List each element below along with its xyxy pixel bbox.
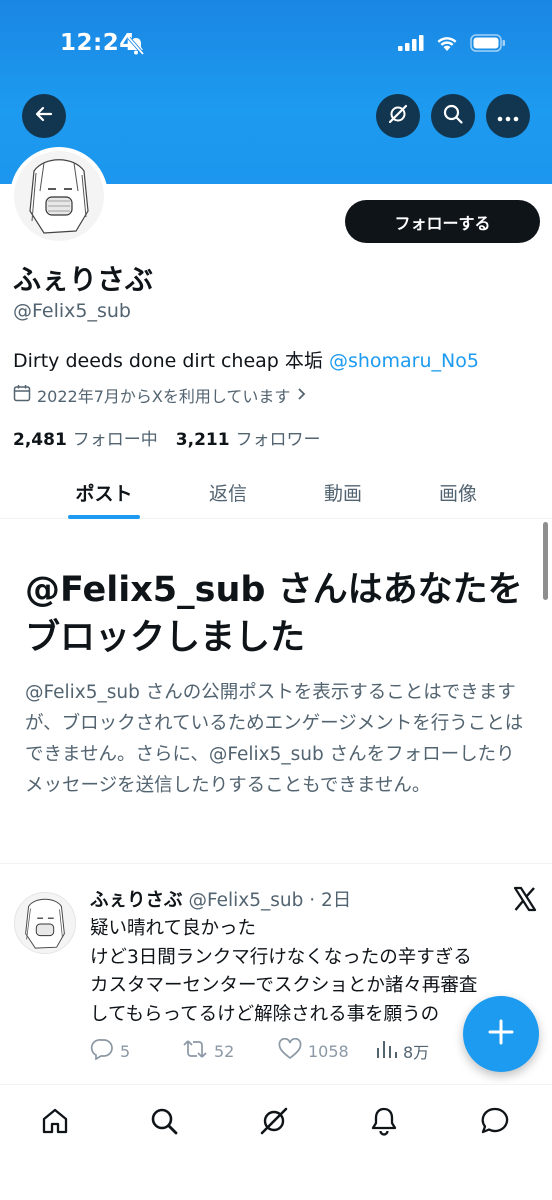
x-logo-icon xyxy=(512,886,538,916)
nav-home[interactable] xyxy=(35,1103,75,1143)
divider xyxy=(0,863,552,864)
followers-link[interactable]: 3,211 フォロワー xyxy=(176,425,321,450)
blocked-title: @Felix5_sub さんはあなたをブロックしました xyxy=(25,570,523,658)
status-bar: 12:24 xyxy=(0,0,552,90)
search-icon xyxy=(149,1106,179,1140)
tab-posts[interactable]: ポスト xyxy=(46,466,162,519)
back-button[interactable] xyxy=(22,94,66,138)
followers-label: フォロワー xyxy=(235,430,321,450)
blocked-description: @Felix5_sub さんの公開ポストを表示することはできますが、ブロックされ… xyxy=(25,682,524,796)
signal-icon xyxy=(398,35,424,55)
grok-icon xyxy=(258,1105,290,1141)
search-button[interactable] xyxy=(431,94,475,138)
grok-button[interactable] xyxy=(376,94,420,138)
bio-text: Dirty deeds done dirt cheap 本垢 xyxy=(13,350,329,372)
profile-bio: Dirty deeds done dirt cheap 本垢 @shomaru_… xyxy=(13,346,479,373)
tweet-header: ふぇりさぶ @Felix5_sub · 2日 xyxy=(90,886,351,912)
status-time: 12:24 xyxy=(60,30,136,56)
following-count: 2,481 xyxy=(13,430,67,450)
tweet-text: 疑い晴れて良かった けど3日間ランクマ行けなくなったの辛すぎる カスタマーセンタ… xyxy=(90,918,478,1025)
nav-messages[interactable] xyxy=(475,1103,515,1143)
plus-icon xyxy=(487,1018,515,1050)
compose-button[interactable] xyxy=(463,996,539,1072)
joined-date[interactable]: 2022年7月からXを利用しています xyxy=(13,383,308,407)
tweet-author-name[interactable]: ふぇりさぶ xyxy=(90,890,183,911)
active-tab-indicator xyxy=(68,515,140,519)
nav-search[interactable] xyxy=(144,1103,184,1143)
calendar-icon xyxy=(13,384,31,406)
tab-label: 返信 xyxy=(208,482,247,505)
following-label: フォロー中 xyxy=(72,430,158,450)
tweet-meta: @Felix5_sub · 2日 xyxy=(188,890,352,911)
follow-button[interactable]: フォローする xyxy=(345,200,540,243)
tab-label: 画像 xyxy=(438,482,477,505)
bell-icon xyxy=(369,1106,399,1140)
reply-count: 5 xyxy=(120,1041,131,1061)
tab-media[interactable]: 画像 xyxy=(400,466,516,518)
tweet-actions: 5 52 1058 8万 xyxy=(90,1037,450,1066)
tweet-avatar[interactable] xyxy=(14,892,76,954)
repost-count: 52 xyxy=(214,1041,235,1061)
grok-icon xyxy=(387,103,409,129)
like-count: 1058 xyxy=(308,1041,349,1061)
home-icon xyxy=(40,1106,70,1140)
profile-avatar[interactable] xyxy=(10,147,108,245)
reply-button[interactable]: 5 xyxy=(90,1038,130,1064)
arrow-left-icon xyxy=(34,104,54,128)
tab-label: ポスト xyxy=(75,482,133,505)
tab-videos[interactable]: 動画 xyxy=(285,466,401,518)
status-indicators xyxy=(398,34,506,56)
view-count: 8万 xyxy=(403,1043,430,1062)
repost-button[interactable]: 52 xyxy=(182,1038,234,1064)
search-icon xyxy=(442,103,464,129)
tab-replies[interactable]: 返信 xyxy=(170,466,286,518)
like-button[interactable]: 1058 xyxy=(278,1037,349,1064)
nav-notifications[interactable] xyxy=(364,1103,404,1143)
mute-bell-icon xyxy=(126,36,146,60)
more-button[interactable] xyxy=(486,94,530,138)
joined-text: 2022年7月からXを利用しています xyxy=(37,387,291,406)
followers-count: 3,211 xyxy=(175,430,230,450)
bio-mention-link[interactable]: @shomaru_No5 xyxy=(329,350,479,372)
views-chart-icon xyxy=(375,1038,397,1064)
wifi-icon xyxy=(436,35,458,55)
battery-icon xyxy=(470,34,506,56)
tab-label: 動画 xyxy=(323,482,362,505)
following-link[interactable]: 2,481 フォロー中 xyxy=(13,425,158,450)
chevron-right-icon xyxy=(296,386,308,405)
bottom-navigation xyxy=(0,1084,552,1200)
profile-handle: @Felix5_sub xyxy=(13,300,131,322)
views-button[interactable]: 8万 xyxy=(375,1038,429,1064)
repost-icon xyxy=(182,1038,208,1064)
scrollbar[interactable] xyxy=(543,522,548,600)
message-icon xyxy=(480,1106,510,1140)
nav-grok[interactable] xyxy=(254,1103,294,1143)
heart-icon xyxy=(278,1037,302,1064)
profile-tabs: ポスト 返信 動画 画像 xyxy=(0,466,552,519)
profile-display-name: ふぇりさぶ xyxy=(13,263,154,296)
reply-icon xyxy=(90,1038,114,1064)
more-icon xyxy=(497,107,519,126)
follow-counts: 2,481 フォロー中 3,211 フォロワー xyxy=(13,425,321,450)
